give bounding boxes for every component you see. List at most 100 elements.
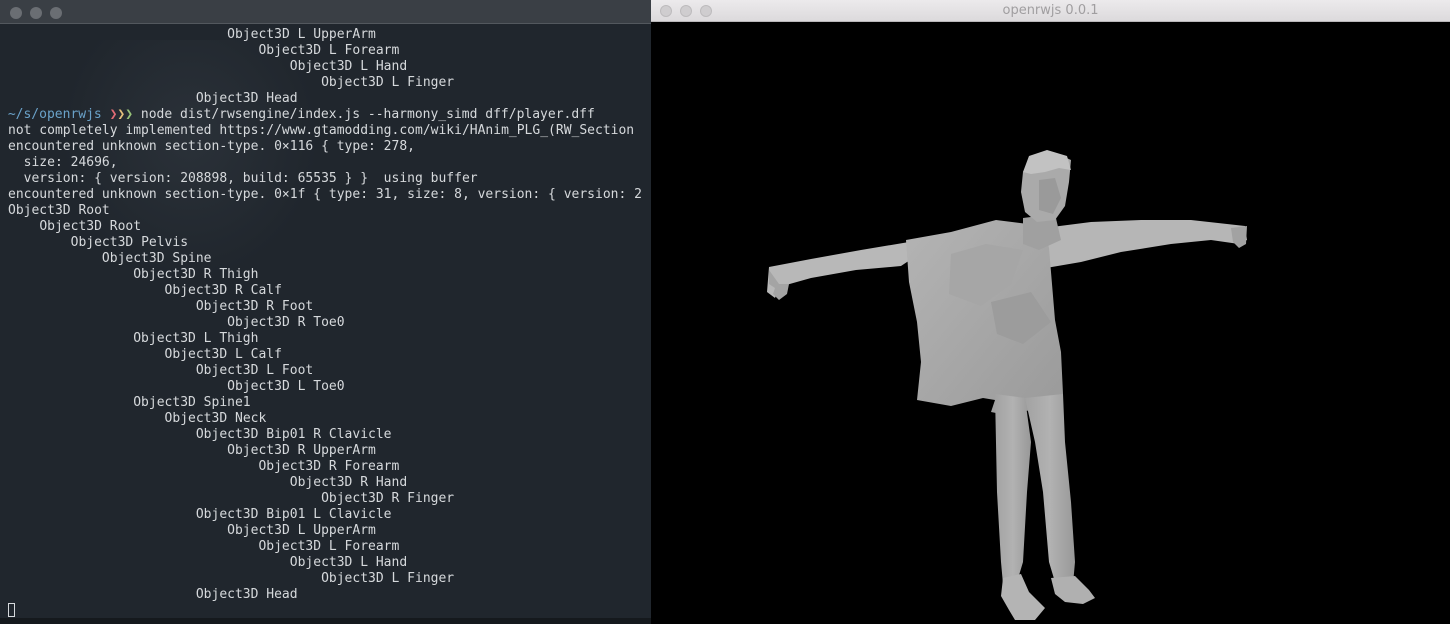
- 3d-viewport[interactable]: [651, 22, 1450, 624]
- viewer-window-title: openrwjs 0.0.1: [1002, 3, 1099, 18]
- prompt-path: ~/s/openrwjs: [8, 107, 102, 122]
- terminal-line: Object3D R Toe0: [8, 315, 651, 331]
- terminal-output[interactable]: Object3D L UpperArm Object3D L Forearm O…: [8, 27, 651, 617]
- line-text: Object3D L Foot: [195, 363, 314, 378]
- line-text: encountered unknown section-type. 0×116 …: [8, 139, 415, 154]
- line-text: encountered unknown section-type. 0×1f {…: [8, 187, 642, 202]
- line-text: version: { version: 208898, build: 65535…: [23, 171, 478, 186]
- line-text: Object3D Root: [39, 219, 142, 234]
- desktop: Object3D L UpperArm Object3D L Forearm O…: [0, 0, 1450, 624]
- line-text: Object3D R Toe0: [227, 315, 345, 330]
- terminal-line: Object3D Pelvis: [8, 235, 651, 251]
- terminal-line: Object3D L Calf: [8, 347, 651, 363]
- zoom-window-button[interactable]: [50, 7, 62, 19]
- line-text: Object3D Head: [195, 587, 298, 602]
- terminal-line: Object3D Head: [8, 91, 651, 107]
- line-text: Object3D L Finger: [321, 571, 455, 586]
- line-text: Object3D Pelvis: [70, 235, 189, 250]
- line-text: Object3D L Finger: [321, 75, 455, 90]
- line-text: Object3D Neck: [164, 411, 267, 426]
- player-model-render: [767, 150, 1247, 620]
- terminal-line: Object3D Neck: [8, 411, 651, 427]
- viewer-window[interactable]: openrwjs 0.0.1: [651, 0, 1450, 624]
- terminal-prompt-line: ▸~/s/openrwjs ❯❯❯ node dist/rwsengine/in…: [8, 107, 651, 123]
- line-text: Object3D R UpperArm: [227, 443, 376, 458]
- terminal-line: Object3D Head: [8, 587, 651, 603]
- line-text: Object3D R Forearm: [258, 459, 400, 474]
- model-leg-right: [1025, 394, 1075, 584]
- line-text: Object3D R Foot: [195, 299, 314, 314]
- terminal-line: version: { version: 208898, build: 65535…: [8, 171, 651, 187]
- model-shoe-right: [1051, 576, 1095, 604]
- line-text: Object3D Spine: [101, 251, 212, 266]
- terminal-window[interactable]: Object3D L UpperArm Object3D L Forearm O…: [0, 0, 651, 624]
- terminal-line: Object3D L Forearm: [8, 43, 651, 59]
- line-text: Object3D Bip01 R Clavicle: [195, 427, 392, 442]
- minimize-window-button[interactable]: [30, 7, 42, 19]
- line-text: size: 24696,: [23, 155, 118, 170]
- prompt-command: node dist/rwsengine/index.js --harmony_s…: [140, 107, 595, 122]
- terminal-line: Object3D Bip01 L Clavicle: [8, 507, 651, 523]
- line-text: Object3D Root: [8, 203, 110, 218]
- line-text: Object3D L Toe0: [227, 379, 345, 394]
- terminal-line: Object3D Root: [8, 203, 651, 219]
- terminal-line: Object3D R Foot: [8, 299, 651, 315]
- line-text: Object3D R Hand: [289, 475, 408, 490]
- line-text: Object3D L Hand: [289, 59, 408, 74]
- line-text: Object3D L Thigh: [133, 331, 259, 346]
- terminal-line: Object3D Spine1: [8, 395, 651, 411]
- line-text: Object3D L Hand: [289, 555, 408, 570]
- line-text: Object3D L UpperArm: [227, 523, 376, 538]
- terminal-line: Object3D R Finger: [8, 491, 651, 507]
- line-text: Object3D Bip01 L Clavicle: [195, 507, 392, 522]
- terminal-line: Object3D Bip01 R Clavicle: [8, 427, 651, 443]
- terminal-line: encountered unknown section-type. 0×1f {…: [8, 187, 651, 203]
- model-arm-right: [1044, 220, 1247, 268]
- model-hand-right: [1231, 226, 1247, 248]
- terminal-titlebar[interactable]: [0, 0, 651, 24]
- terminal-line: Object3D R Forearm: [8, 459, 651, 475]
- line-text: Object3D R Calf: [164, 283, 282, 298]
- model-shoe-left: [1001, 574, 1045, 620]
- close-window-button[interactable]: [10, 7, 22, 19]
- line-text: Object3D L Forearm: [258, 539, 400, 554]
- terminal-line: Object3D L UpperArm: [8, 27, 651, 43]
- terminal-line: Object3D L UpperArm: [8, 523, 651, 539]
- line-text: Object3D L Forearm: [258, 43, 400, 58]
- terminal-line: Object3D L Foot: [8, 363, 651, 379]
- terminal-line: not completely implemented https://www.g…: [8, 123, 651, 139]
- viewer-titlebar[interactable]: openrwjs 0.0.1: [651, 0, 1450, 22]
- line-text: Object3D L Calf: [164, 347, 282, 362]
- line-text: Object3D R Finger: [321, 491, 455, 506]
- line-text: Object3D L UpperArm: [227, 27, 376, 42]
- terminal-line: Object3D L Toe0: [8, 379, 651, 395]
- terminal-line: Object3D L Hand: [8, 59, 651, 75]
- player-model: [767, 150, 1247, 620]
- line-text: Object3D Spine1: [133, 395, 251, 410]
